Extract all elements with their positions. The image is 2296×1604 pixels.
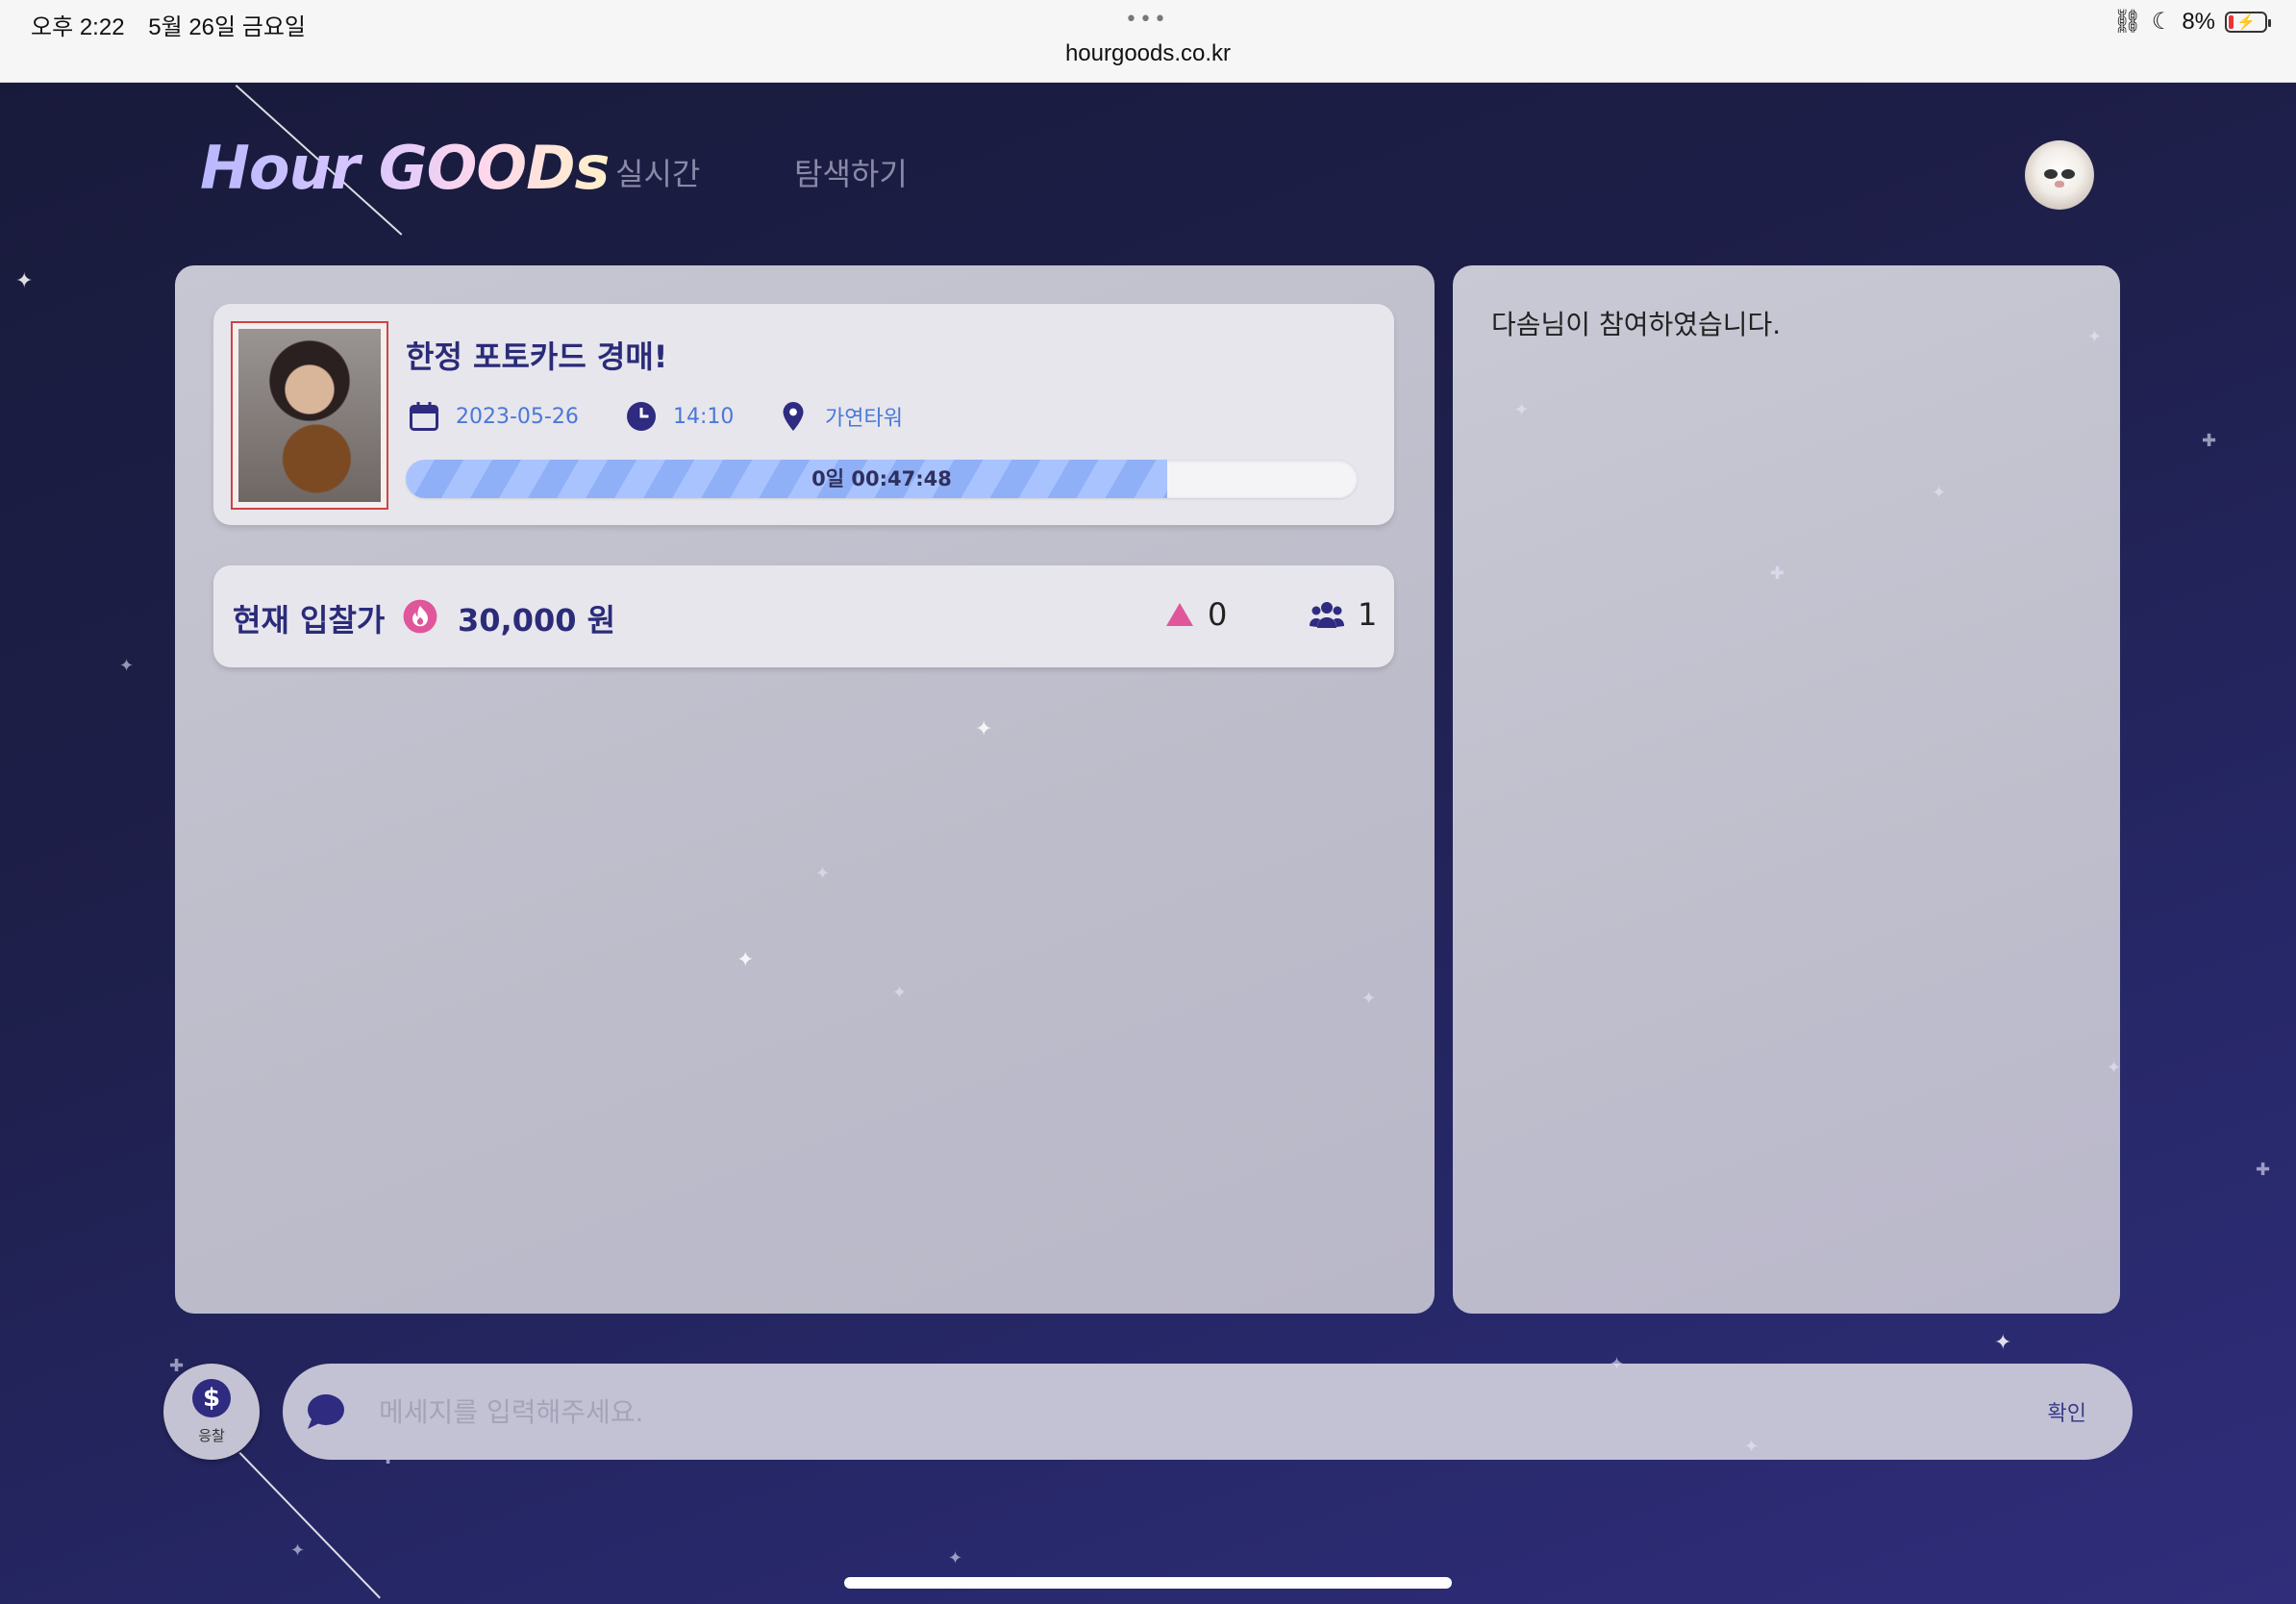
star-icon: ✦ <box>1610 1354 1625 1374</box>
star-icon: ✚ <box>2202 431 2217 451</box>
star-icon: ✦ <box>290 1541 306 1561</box>
star-icon: ✦ <box>1361 989 1377 1009</box>
participant-count: 1 <box>1310 596 1377 633</box>
status-datetime: 오후 2:22 5월 26일 금요일 <box>31 8 323 41</box>
star-icon: ✦ <box>975 717 993 741</box>
star-icon: ✚ <box>1770 564 1785 584</box>
avatar-eye <box>2061 169 2075 179</box>
star-icon: ✦ <box>119 656 135 676</box>
avatar-eye <box>2044 169 2058 179</box>
star-icon: ✦ <box>15 269 34 293</box>
shooting-star-line <box>238 1452 381 1599</box>
avatar-nose <box>2055 181 2064 188</box>
address-bar-url[interactable]: hourgoods.co.kr <box>0 40 2296 67</box>
location-pin-icon <box>775 398 811 435</box>
chat-input-bar: ✦ ✦ 확인 <box>283 1354 2133 1460</box>
auction-time: 14:10 <box>623 398 734 435</box>
star-icon: ✦ <box>815 864 831 884</box>
star-icon: ✦ <box>892 983 908 1003</box>
place-bid-label: 응찰 <box>198 1427 225 1444</box>
star-icon: ✦ <box>2107 1058 2122 1078</box>
triangle-up-icon <box>1166 603 1193 626</box>
bid-count: 0 <box>1165 596 1227 633</box>
moon-icon: ☾ <box>2151 9 2173 35</box>
dollar-icon: $ <box>192 1379 231 1417</box>
star-icon: ✦ <box>1744 1437 1759 1457</box>
star-icon: ✦ <box>1514 400 1530 420</box>
status-time: 오후 2:22 <box>31 14 125 40</box>
star-icon: ✚ <box>2256 1160 2271 1180</box>
chat-log-panel: 다솜님이 참여하였습니다. ✦ ✦ ✦ ✚ ✦ <box>1453 265 2122 1314</box>
auction-time-text: 14:10 <box>673 404 735 429</box>
clock-icon <box>623 398 660 435</box>
auction-info-card[interactable]: 한정 포토카드 경매! 2023-05-26 14:10 가연타워 0일 00:… <box>213 304 1394 525</box>
place-bid-button[interactable]: $ 응찰 <box>163 1364 260 1460</box>
speech-bubble-icon <box>308 1394 344 1429</box>
current-bid-card: 현재 입찰가 30,000 원 0 1 <box>213 565 1394 667</box>
browser-more-dots[interactable]: ••• <box>1125 8 1168 32</box>
chat-message: 다솜님이 참여하였습니다. <box>1491 309 1782 340</box>
hourgoods-logo[interactable]: Hour GOODs <box>200 133 610 203</box>
current-bid-price: 30,000 원 <box>458 602 616 639</box>
link-icon: ⛓ <box>2112 9 2142 35</box>
star-icon: ✦ <box>948 1548 963 1568</box>
nav-explore[interactable]: 탐색하기 <box>794 150 908 194</box>
auction-location: 가연타워 <box>775 398 903 435</box>
status-indicators: ⛓ ☾ 8% ⚡ <box>2112 8 2271 36</box>
current-bid-label: 현재 입찰가 <box>233 602 386 639</box>
auction-date: 2023-05-26 <box>406 398 579 435</box>
status-date: 5월 26일 금요일 <box>148 14 306 40</box>
star-icon: ✦ <box>1932 483 1947 503</box>
auction-date-text: 2023-05-26 <box>456 404 579 429</box>
auction-main-panel: ✦ ✦ ✦ ✦ ✦ 한정 포토카드 경매! 2023-05-26 14:10 가… <box>175 265 1435 1314</box>
calendar-icon <box>406 398 442 435</box>
bid-count-value: 0 <box>1208 596 1228 633</box>
system-status-bar: 오후 2:22 5월 26일 금요일 ••• hourgoods.co.kr ⛓… <box>0 0 2296 83</box>
battery-percent: 8% <box>2182 8 2215 35</box>
star-icon: ✦ <box>2087 327 2103 347</box>
photocard-thumbnail[interactable] <box>231 321 388 510</box>
user-avatar[interactable] <box>2025 140 2094 210</box>
nav-live[interactable]: 실시간 <box>615 150 700 194</box>
countdown-progress-bar: 0일 00:47:48 <box>406 460 1358 498</box>
countdown-text: 0일 00:47:48 <box>811 467 952 490</box>
users-icon <box>1310 602 1344 628</box>
chat-message-input[interactable] <box>379 1385 1917 1439</box>
star-icon: ✦ <box>736 948 755 972</box>
chat-send-button[interactable]: 확인 <box>2048 1396 2086 1427</box>
home-indicator[interactable] <box>844 1577 1452 1589</box>
star-icon: ✦ <box>1994 1331 2012 1355</box>
fire-icon <box>402 598 438 635</box>
auction-location-text: 가연타워 <box>825 407 903 431</box>
battery-charging-icon: ⚡ <box>2225 11 2271 33</box>
auction-title: 한정 포토카드 경매! <box>406 338 668 375</box>
participant-count-value: 1 <box>1358 596 1378 633</box>
